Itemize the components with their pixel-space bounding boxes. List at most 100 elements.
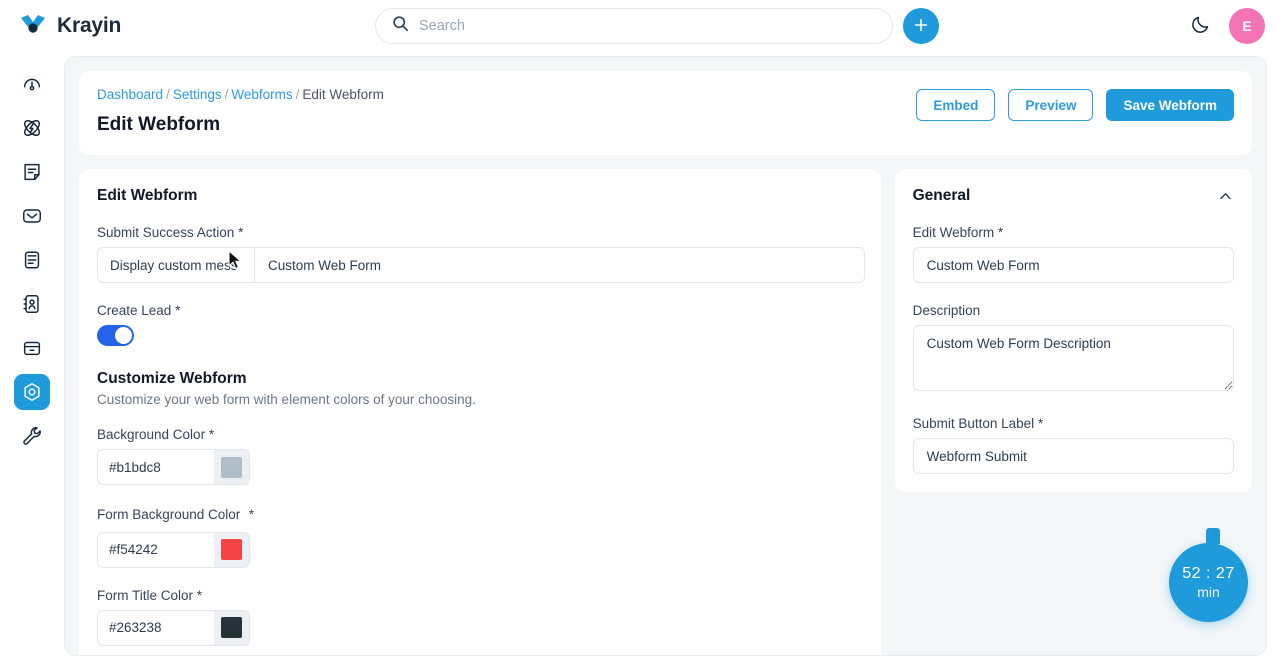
avatar[interactable]: E — [1229, 8, 1265, 44]
background-color-input[interactable] — [97, 449, 214, 485]
toggle-knob — [115, 327, 132, 344]
form-background-color-picker — [97, 531, 250, 568]
box-icon — [21, 337, 43, 359]
preview-button[interactable]: Preview — [1008, 89, 1094, 121]
required-asterisk: * — [997, 225, 1004, 240]
edit-webform-field-label: Edit Webform * — [913, 225, 1234, 240]
required-asterisk: * — [248, 507, 254, 522]
submit-success-action-label: Submit Success Action * — [97, 225, 863, 240]
general-panel-title: General — [912, 187, 971, 204]
content-area: Edit Webform Submit Success Action * Dis… — [79, 169, 1252, 655]
color-swatch — [221, 617, 242, 639]
embed-button[interactable]: Embed — [916, 89, 996, 121]
timer-time: 52 : 27 — [1182, 565, 1235, 583]
form-title-color-swatch-button[interactable] — [214, 609, 250, 646]
submit-success-action-text-input[interactable] — [254, 247, 865, 283]
general-panel: General Edit Webform * Description Submi… — [894, 169, 1252, 492]
customize-webform-description: Customize your web form with element col… — [97, 392, 476, 407]
form-background-color-swatch-button[interactable] — [214, 531, 250, 568]
create-lead-label: Create Lead * — [97, 303, 863, 318]
submit-success-action-label-text: Submit Success Action — [97, 225, 235, 240]
search-input[interactable] — [419, 18, 859, 34]
atom-icon — [21, 117, 43, 139]
session-timer-widget[interactable]: 52 : 27 min — [1169, 543, 1248, 622]
breadcrumb-separator: / — [295, 87, 300, 102]
timer-unit: min — [1197, 583, 1220, 600]
plus-icon — [912, 16, 930, 37]
chevron-up-icon[interactable] — [1216, 187, 1234, 205]
edit-webform-field-label-text: Edit Webform — [912, 225, 995, 240]
background-color-swatch-button[interactable] — [214, 449, 250, 485]
submit-success-action-row: Display custom mess — [97, 247, 865, 283]
description-textarea[interactable] — [912, 325, 1234, 391]
sidebar-item-quotes[interactable] — [14, 154, 50, 190]
left-sidebar — [0, 52, 63, 649]
required-asterisk: * — [196, 587, 203, 603]
breadcrumb-dashboard[interactable]: Dashboard — [97, 87, 163, 102]
contact-card-icon — [21, 293, 43, 315]
sidebar-item-leads[interactable] — [14, 110, 50, 146]
header-actions: Embed Preview Save Webform — [916, 89, 1234, 121]
wrench-icon — [21, 425, 43, 447]
sidebar-item-contacts[interactable] — [14, 286, 50, 322]
required-asterisk: * — [238, 225, 244, 240]
document-icon — [21, 161, 43, 183]
form-title-color-input[interactable] — [97, 609, 214, 646]
color-swatch — [221, 539, 242, 561]
theme-toggle-button[interactable] — [1186, 12, 1214, 40]
clipboard-icon — [21, 249, 43, 271]
page-header-card: Dashboard / Settings / Webforms / Edit Webform… — [79, 71, 1252, 155]
color-swatch — [221, 456, 242, 478]
breadcrumb-separator: / — [224, 87, 229, 102]
sidebar-item-dashboard[interactable] — [14, 66, 50, 102]
form-title-color-label: Form Title Color * — [97, 588, 863, 603]
required-asterisk: * — [175, 303, 181, 318]
krayin-logo-icon — [18, 11, 48, 41]
description-field-label-text: Description — [912, 303, 981, 318]
gauge-icon — [21, 73, 43, 95]
breadcrumb-webforms[interactable]: Webforms — [231, 87, 292, 102]
sidebar-item-settings[interactable] — [13, 374, 50, 410]
mail-icon — [21, 205, 43, 227]
avatar-initial: E — [1242, 18, 1252, 34]
form-title-color-picker — [97, 609, 250, 646]
search-icon — [392, 15, 409, 37]
hexagon-gear-icon — [21, 381, 43, 403]
timer-tab — [1206, 528, 1220, 544]
submit-success-action-select-value: Display custom mess — [110, 257, 238, 273]
sidebar-item-products[interactable] — [14, 330, 50, 366]
page-container: Dashboard / Settings / Webforms / Edit Webform… — [64, 56, 1267, 656]
create-lead-label-text: Create Lead — [97, 303, 172, 318]
sidebar-item-activities[interactable] — [14, 242, 50, 278]
customize-webform-heading: Customize Webform — [97, 370, 247, 387]
background-color-label-text: Background Color — [97, 427, 206, 442]
background-color-picker — [97, 449, 250, 485]
top-navigation-bar: Krayin E — [0, 0, 1277, 52]
sidebar-item-configuration[interactable] — [14, 418, 50, 454]
background-color-label: Background Color * — [97, 427, 863, 442]
submit-button-label-field-label-text: Submit Button Label — [912, 416, 1035, 431]
form-title-color-label-text: Form Title Color — [97, 587, 194, 603]
edit-webform-name-input[interactable] — [912, 247, 1234, 283]
brand[interactable]: Krayin — [18, 11, 318, 41]
sidebar-item-mail[interactable] — [14, 198, 50, 234]
edit-webform-panel: Edit Webform Submit Success Action * Dis… — [79, 169, 881, 655]
general-panel-header[interactable]: General — [913, 187, 1234, 205]
form-background-color-label: Form Background Color * — [97, 505, 254, 525]
submit-success-action-select[interactable]: Display custom mess — [97, 247, 254, 283]
breadcrumb-separator: / — [166, 87, 170, 102]
edit-webform-panel-title: Edit Webform — [97, 187, 198, 204]
submit-button-label-field-label: Submit Button Label * — [913, 416, 1234, 431]
form-background-color-input[interactable] — [97, 531, 214, 568]
moon-icon — [1190, 14, 1211, 38]
breadcrumb-current: Edit Webform — [302, 87, 384, 102]
breadcrumb-settings[interactable]: Settings — [173, 87, 222, 102]
required-asterisk: * — [208, 427, 215, 442]
search-bar[interactable] — [375, 8, 893, 44]
create-lead-toggle[interactable] — [97, 325, 134, 346]
save-webform-button[interactable]: Save Webform — [1106, 89, 1234, 121]
form-background-color-label-text: Form Background Color — [97, 507, 241, 522]
add-button[interactable] — [903, 8, 939, 44]
submit-button-label-input[interactable] — [912, 438, 1234, 474]
description-field-label: Description — [913, 303, 1234, 318]
